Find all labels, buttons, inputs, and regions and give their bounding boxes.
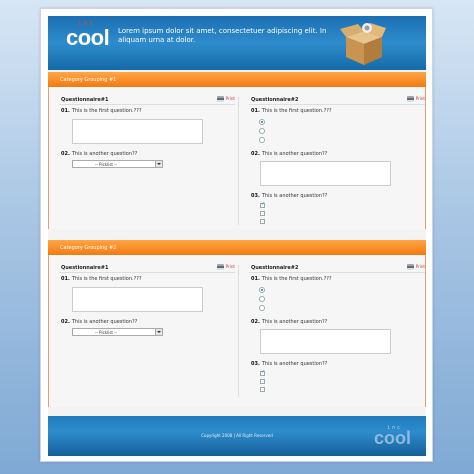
column-divider [238,265,239,397]
radio-option[interactable] [259,137,265,143]
question-text: This is the first question.??? [261,108,332,114]
print-label: Print [225,264,235,269]
answer-textarea[interactable] [72,119,203,144]
question-number: 01. [61,276,70,282]
print-link[interactable]: Print [216,96,235,102]
question-number: 01. [61,108,70,114]
question-1: 01. This is the first question.??? [61,276,142,282]
radio-option[interactable] [259,287,265,293]
question-number: 02. [251,319,260,325]
question-text: This is the first question.??? [71,276,142,282]
question-text: This is another question?? [71,319,138,325]
question-2: 02. This is another question?? [61,319,137,325]
question-text: This is the first question.??? [261,276,332,282]
question-3: 03. This is another question?? [251,193,327,199]
picklist-value: -- Picklist -- [95,330,118,335]
questionnaire-title: Questionnaire#2 [251,97,299,103]
print-label: Print [225,96,235,101]
question-text: This is the first question.??? [71,108,142,114]
question-3: 03. This is another question?? [251,361,327,367]
question-text: This is another question?? [261,319,328,325]
column-divider [238,97,239,225]
questionnaire-title: Questionnaire#2 [251,265,299,271]
question-number: 01. [251,108,260,114]
question-number: 02. [61,151,70,157]
answer-textarea[interactable] [260,329,391,354]
copyright-text: Copyright 2008 | All Right Reserved [201,433,273,438]
question-number: 02. [61,319,70,325]
printer-icon [216,96,224,102]
page-frame: inc cool Lorem ipsum dolor sit amet, con… [40,8,433,462]
question-number: 03. [251,193,260,199]
category-bar-1[interactable]: Category Grouping #1 [48,72,426,91]
question-text: This is another question?? [261,151,328,157]
questionnaire-header: Questionnaire#1 Print [59,263,235,273]
question-text: This is another question?? [71,151,138,157]
logo-cool: cool [66,25,110,50]
printer-icon [216,264,224,270]
checkbox[interactable] [260,379,265,384]
question-2: 02. This is another question?? [251,319,327,325]
site-footer: Copyright 2008 | All Right Reserved inc … [48,416,426,456]
question-text: This is another question?? [261,193,328,199]
answer-textarea[interactable] [72,287,203,312]
checkbox[interactable] [260,211,265,216]
print-link[interactable]: Print [406,96,425,102]
logo-cool: cool [374,428,412,448]
question-1: 01. This is the first question.??? [251,276,332,282]
chevron-down-icon [155,161,162,167]
radio-option[interactable] [259,119,265,125]
answer-textarea[interactable] [260,161,391,186]
category-section-1: Questionnaire#1 Print 01. This is the fir… [48,87,426,229]
print-link[interactable]: Print [406,264,425,270]
checkbox[interactable] [260,201,265,208]
questionnaire-title: Questionnaire#1 [61,265,109,271]
site-header: inc cool Lorem ipsum dolor sit amet, con… [48,16,426,70]
category-bar-2[interactable]: Category Grouping #2 [48,240,426,259]
question-text: This is another question?? [261,361,328,367]
radio-option[interactable] [259,305,265,311]
radio-option[interactable] [259,296,265,302]
questionnaire-header: Questionnaire#2 Print [249,95,425,105]
radio-option[interactable] [259,128,265,134]
printer-icon [406,96,414,102]
picklist-select[interactable]: -- Picklist -- [72,328,163,336]
print-label: Print [415,264,425,269]
question-1: 01. This is the first question.??? [61,108,142,114]
category-title: Category Grouping #2 [60,245,117,251]
question-number: 02. [251,151,260,157]
picklist-value: -- Picklist -- [95,162,118,167]
question-1: 01. This is the first question.??? [251,108,332,114]
question-2: 02. This is another question?? [251,151,327,157]
questionnaire-header: Questionnaire#1 Print [59,95,235,105]
picklist-select[interactable]: -- Picklist -- [72,160,163,168]
checkbox[interactable] [260,219,265,224]
cardboard-box-icon [340,23,386,65]
question-number: 03. [251,361,260,367]
print-link[interactable]: Print [216,264,235,270]
checkbox[interactable] [260,369,265,376]
category-section-2: Questionnaire#1 Print 01. This is the fir… [48,255,426,407]
question-2: 02. This is another question?? [61,151,137,157]
print-label: Print [415,96,425,101]
category-title: Category Grouping #1 [60,77,117,83]
checkbox[interactable] [260,387,265,392]
header-tagline: Lorem ipsum dolor sit amet, consectetuer… [118,27,327,44]
questionnaire-header: Questionnaire#2 Print [249,263,425,273]
chevron-down-icon [155,329,162,335]
questionnaire-title: Questionnaire#1 [61,97,109,103]
question-number: 01. [251,276,260,282]
content-panel: inc cool Lorem ipsum dolor sit amet, con… [48,16,426,456]
printer-icon [406,264,414,270]
